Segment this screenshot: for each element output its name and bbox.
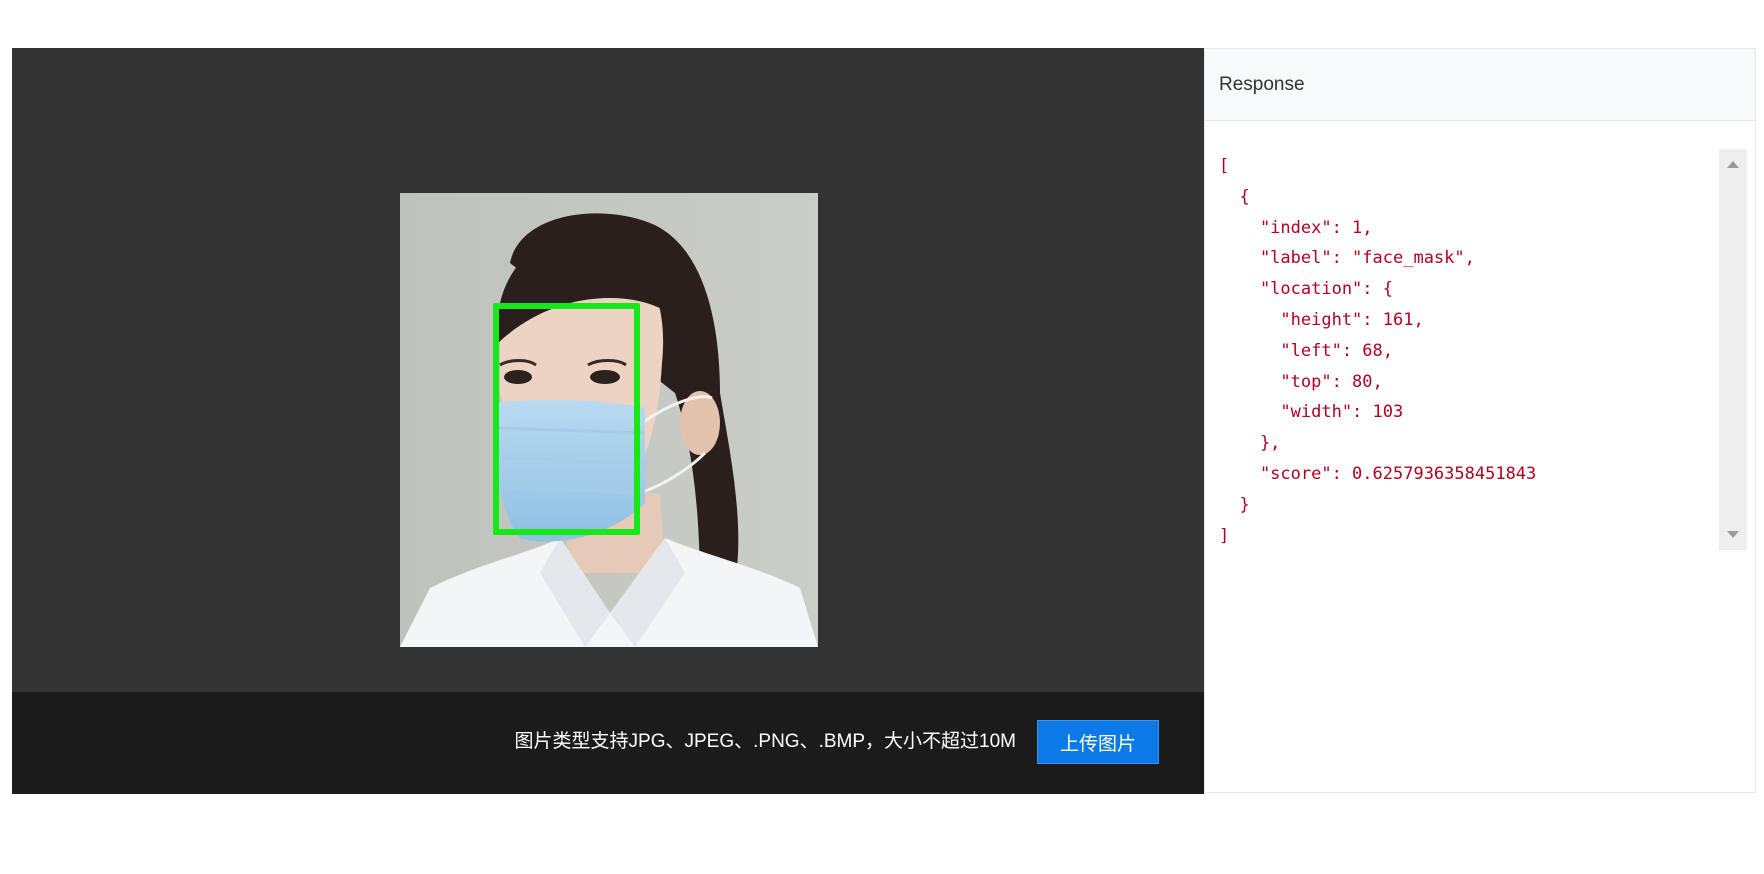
upload-image-button[interactable]: 上传图片 bbox=[1037, 720, 1159, 764]
file-type-hint: 图片类型支持JPG、JPEG、.PNG、.BMP，大小不超过10M bbox=[514, 731, 1016, 752]
scroll-up-arrow-icon[interactable] bbox=[1727, 161, 1739, 168]
face-mask-detection-box bbox=[493, 303, 640, 535]
response-json-viewer[interactable]: [ { "index": 1, "label": "face_mask", "l… bbox=[1219, 149, 1747, 550]
response-scrollbar[interactable] bbox=[1719, 149, 1747, 550]
upload-footer: 图片类型支持JPG、JPEG、.PNG、.BMP，大小不超过10M 上传图片 bbox=[12, 692, 1204, 794]
uploaded-photo bbox=[400, 193, 818, 647]
response-json-text: [ { "index": 1, "label": "face_mask", "l… bbox=[1219, 156, 1537, 546]
response-panel-title: Response bbox=[1205, 49, 1755, 121]
response-panel: Response [ { "index": 1, "label": "face_… bbox=[1204, 48, 1756, 793]
scroll-down-arrow-icon[interactable] bbox=[1727, 531, 1739, 538]
image-preview-area bbox=[12, 48, 1204, 692]
image-stage: 图片类型支持JPG、JPEG、.PNG、.BMP，大小不超过10M 上传图片 bbox=[12, 48, 1204, 794]
